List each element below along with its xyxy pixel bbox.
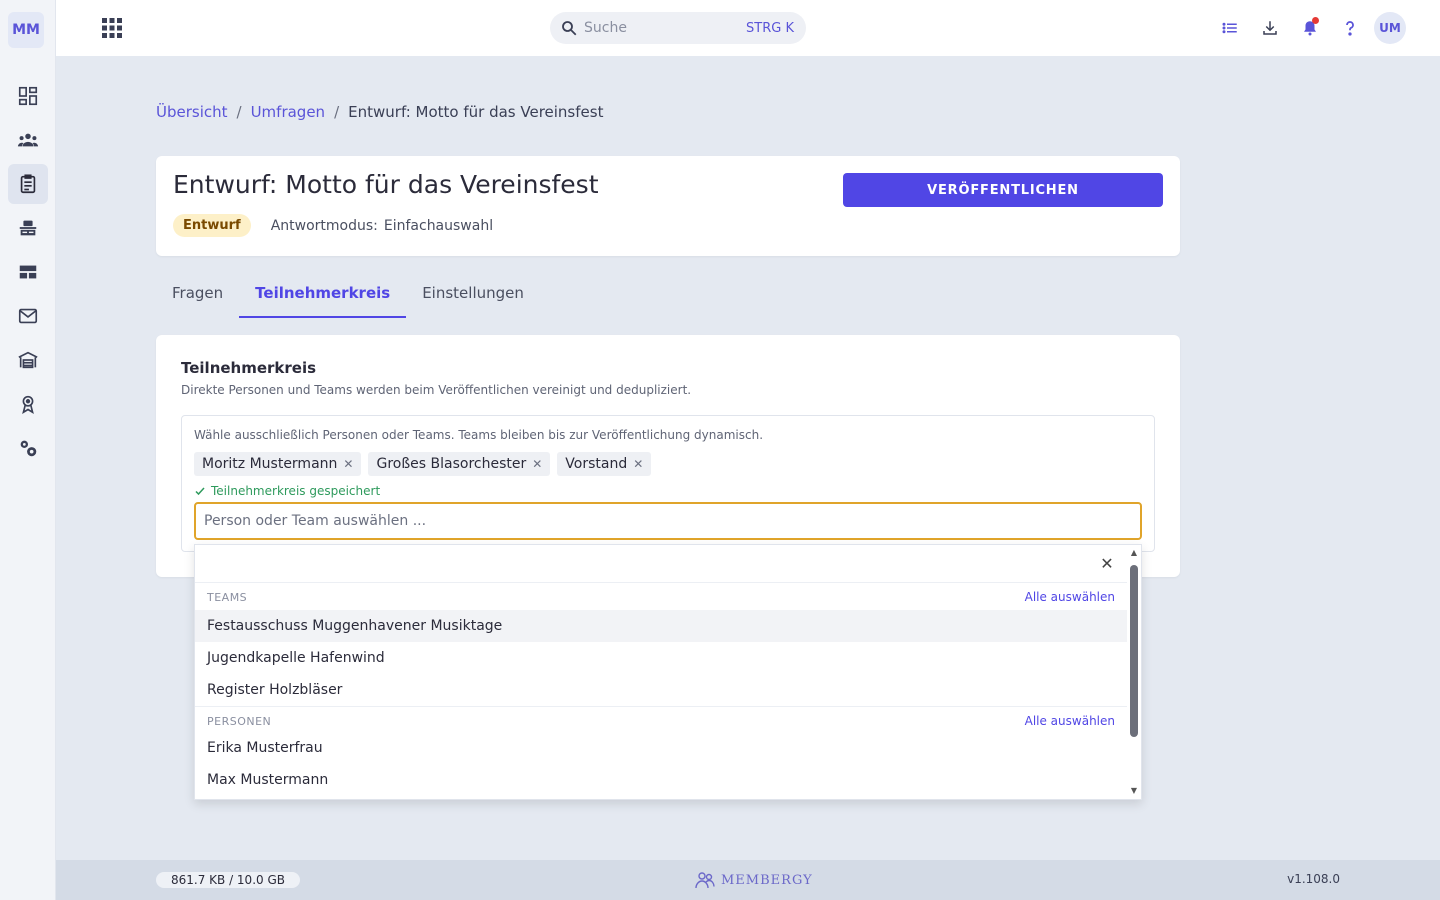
help-icon	[1346, 21, 1354, 36]
option-person[interactable]: Erika Musterfrau	[195, 732, 1127, 764]
participant-dropdown: ✕ TEAMS Alle auswählen Festausschuss Mug…	[194, 544, 1142, 800]
option-team[interactable]: Festausschuss Muggenhavener Musiktage	[195, 610, 1127, 642]
page-title: Entwurf: Motto für das Vereinsfest	[173, 170, 599, 199]
chip-label: Großes Blasorchester	[376, 456, 527, 472]
search-input[interactable]	[584, 20, 734, 36]
sidebar-item-inventory[interactable]	[8, 208, 48, 248]
gear-icon	[20, 440, 37, 457]
selected-chips: Moritz Mustermann ✕ Großes Blasorchester…	[194, 452, 658, 476]
download-icon	[1263, 21, 1277, 35]
sidebar-item-dashboard[interactable]	[8, 76, 48, 116]
select-all-persons[interactable]: Alle auswählen	[1025, 714, 1115, 728]
org-logo[interactable]: MM	[8, 12, 44, 48]
dashboard-icon	[18, 86, 38, 106]
sidebar-item-surveys[interactable]	[8, 164, 48, 204]
survey-tabs: Fragen Teilnehmerkreis Einstellungen	[156, 270, 540, 318]
user-avatar[interactable]: UM	[1374, 12, 1406, 44]
check-icon	[195, 487, 205, 496]
scroll-down-icon[interactable]: ▼	[1130, 787, 1138, 795]
scroll-up-icon[interactable]: ▲	[1130, 549, 1138, 557]
participant-selector: Wähle ausschließlich Personen oder Teams…	[181, 415, 1155, 552]
medal-icon	[22, 395, 34, 414]
list-icon	[1222, 22, 1237, 34]
chip-person: Moritz Mustermann ✕	[194, 452, 362, 476]
answer-mode-value: Einfachauswahl	[383, 217, 494, 234]
chip-remove-icon[interactable]: ✕	[633, 457, 643, 471]
sidebar-item-settings[interactable]	[8, 428, 48, 468]
warehouse-icon	[18, 351, 38, 369]
layout-icon	[19, 265, 37, 279]
group-header-teams: TEAMS Alle auswählen	[195, 583, 1127, 611]
saved-message: Teilnehmerkreis gespeichert	[211, 484, 381, 498]
saved-status: Teilnehmerkreis gespeichert	[194, 484, 380, 498]
footer: 861.7 KB / 10.0 GB MEMBERGY v1.108.0	[56, 860, 1440, 900]
option-person[interactable]: Max Mustermann	[195, 764, 1127, 796]
notification-dot	[1312, 17, 1319, 24]
tab-settings[interactable]: Einstellungen	[406, 270, 540, 318]
breadcrumb-surveys[interactable]: Umfragen	[251, 103, 326, 121]
chip-team: Großes Blasorchester ✕	[368, 452, 551, 476]
group-label: TEAMS	[207, 590, 248, 604]
apps-grid-icon[interactable]	[100, 16, 124, 40]
option-team[interactable]: Jugendkapelle Hafenwind	[195, 642, 1127, 674]
chip-remove-icon[interactable]: ✕	[343, 457, 353, 471]
mail-icon	[18, 308, 38, 324]
participants-description: Direkte Personen und Teams werden beim V…	[181, 383, 692, 397]
breadcrumb-current: Entwurf: Motto für das Vereinsfest	[348, 103, 604, 121]
group-label: PERSONEN	[207, 714, 272, 728]
notifications-button[interactable]	[1294, 12, 1326, 44]
status-badge: Entwurf	[173, 214, 251, 237]
breadcrumb: Übersicht / Umfragen / Entwurf: Motto fü…	[156, 103, 603, 121]
tab-participants[interactable]: Teilnehmerkreis	[239, 270, 407, 318]
option-team[interactable]: Register Holzbläser	[195, 674, 1127, 706]
sidebar: MM	[0, 0, 56, 900]
participant-search-input[interactable]	[194, 502, 1142, 540]
search-icon	[562, 21, 577, 36]
sidebar-item-mail[interactable]	[8, 296, 48, 336]
search-shortcut: STRG K	[746, 20, 794, 36]
chip-label: Vorstand	[565, 456, 628, 472]
scroll-thumb[interactable]	[1130, 565, 1138, 737]
sidebar-item-warehouse[interactable]	[8, 340, 48, 380]
download-button[interactable]	[1254, 12, 1286, 44]
chip-label: Moritz Mustermann	[202, 456, 338, 472]
brand-name: MEMBERGY	[721, 872, 813, 888]
chip-team: Vorstand ✕	[557, 452, 652, 476]
breadcrumb-overview[interactable]: Übersicht	[156, 103, 228, 121]
participants-card: Teilnehmerkreis Direkte Personen und Tea…	[156, 335, 1180, 577]
help-button[interactable]	[1334, 12, 1366, 44]
dropdown-scrollbar[interactable]: ▲ ▼	[1127, 545, 1141, 799]
participants-title: Teilnehmerkreis	[181, 359, 317, 377]
dropdown-header: ✕	[195, 545, 1127, 583]
close-icon[interactable]: ✕	[1099, 556, 1115, 572]
breadcrumb-separator: /	[236, 103, 242, 121]
publish-button[interactable]: VERÖFFENTLICHEN	[843, 173, 1163, 207]
topbar: STRG K UM	[56, 0, 1440, 56]
storage-usage: 861.7 KB / 10.0 GB	[156, 872, 300, 888]
brand-logo: MEMBERGY	[693, 870, 813, 890]
brand-people-icon	[695, 872, 715, 889]
app-version: v1.108.0	[1287, 872, 1340, 886]
survey-meta: Entwurf Antwortmodus: Einfachauswahl	[173, 214, 493, 237]
answer-mode-label: Antwortmodus:	[270, 217, 378, 234]
chip-remove-icon[interactable]: ✕	[532, 457, 542, 471]
select-all-teams[interactable]: Alle auswählen	[1025, 590, 1115, 604]
tab-questions[interactable]: Fragen	[156, 270, 239, 318]
selector-hint: Wähle ausschließlich Personen oder Teams…	[194, 428, 764, 442]
group-header-persons: PERSONEN Alle auswählen	[195, 707, 1127, 735]
task-list-button[interactable]	[1214, 12, 1246, 44]
breadcrumb-separator: /	[334, 103, 340, 121]
search-bar[interactable]: STRG K	[550, 12, 806, 44]
survey-header-card: Entwurf: Motto für das Vereinsfest VERÖF…	[156, 156, 1180, 256]
people-icon	[17, 133, 39, 147]
topbar-actions: UM	[1206, 12, 1406, 44]
sidebar-item-members[interactable]	[8, 120, 48, 160]
sidebar-item-layout[interactable]	[8, 252, 48, 292]
sidebar-item-awards[interactable]	[8, 384, 48, 424]
clipboard-icon	[20, 174, 36, 194]
desk-icon	[19, 220, 37, 236]
